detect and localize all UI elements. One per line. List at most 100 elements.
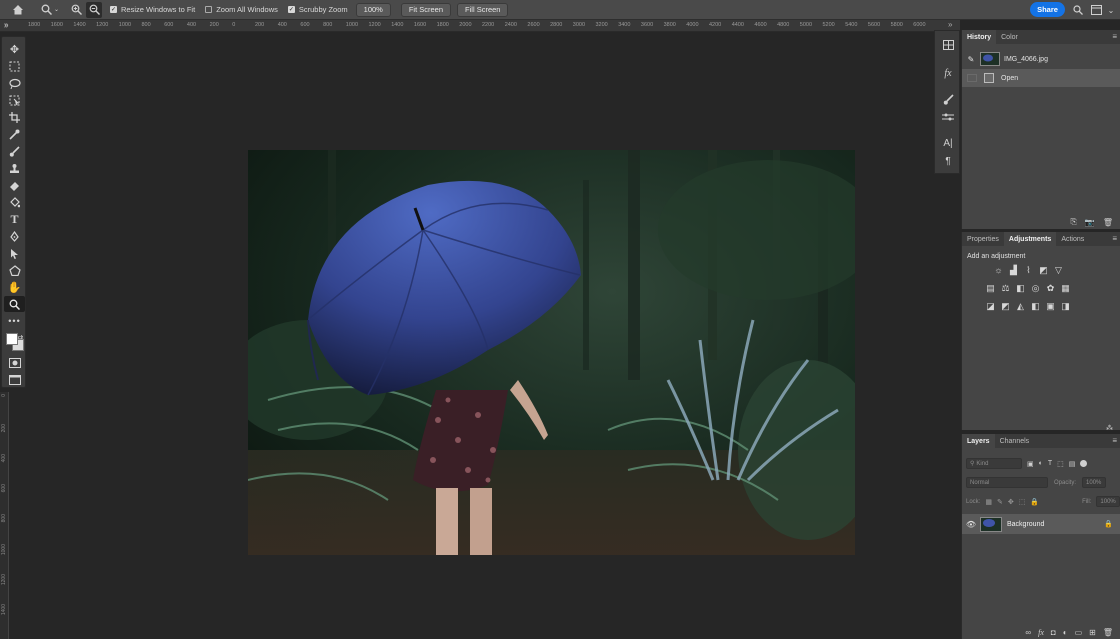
zoom-in-icon[interactable] [68, 2, 84, 18]
object-selection-tool-icon[interactable] [4, 92, 25, 108]
tab-layers[interactable]: Layers [962, 434, 995, 448]
panel-menu-icon[interactable]: ≡ [1112, 234, 1117, 243]
new-document-from-state-icon[interactable]: ⎘ [1070, 217, 1076, 227]
gradient-fill-icon[interactable]: ◨ [1060, 301, 1071, 311]
panel-overflow-icon[interactable]: » [948, 20, 952, 29]
lock-position-icon[interactable]: ✥ [1008, 498, 1014, 506]
shape-tool-icon[interactable] [4, 262, 25, 278]
layer-lock-icon[interactable]: 🔒 [1104, 520, 1113, 528]
opacity-field[interactable]: 100% [1082, 477, 1107, 488]
panel-dock-expander-icon[interactable]: ⁂ [1106, 424, 1113, 432]
shape-filter-icon[interactable]: ⬚ [1057, 460, 1064, 468]
threshold-icon[interactable]: ◭ [1015, 301, 1026, 311]
lock-artboard-icon[interactable]: ⬚ [1019, 498, 1026, 506]
fit-screen-button[interactable]: Fit Screen [400, 2, 452, 17]
fill-screen-button[interactable]: Fill Screen [457, 2, 509, 17]
selective-color-icon[interactable]: ◧ [1030, 301, 1041, 311]
crop-tool-icon[interactable] [4, 109, 25, 125]
camera-snapshot-icon[interactable]: 📷 [1085, 218, 1095, 227]
new-adjustment-layer-icon[interactable]: ◐ [1063, 628, 1068, 637]
screen-mode-icon[interactable] [4, 372, 25, 388]
new-group-icon[interactable]: ▭ [1075, 628, 1083, 637]
share-button[interactable]: Share [1030, 2, 1065, 17]
eraser-tool-icon[interactable] [4, 177, 25, 193]
scrubby-zoom-checkbox[interactable]: ✓ Scrubby Zoom [287, 5, 348, 14]
tab-adjustments[interactable]: Adjustments [1003, 232, 1057, 246]
home-icon[interactable] [6, 2, 30, 18]
zoom-all-windows-checkbox[interactable]: Zoom All Windows [205, 5, 278, 14]
levels-icon[interactable]: ▟ [1008, 265, 1019, 275]
brush-settings-icon[interactable] [939, 109, 957, 125]
zoom-tool-icon[interactable]: ⌄ [38, 2, 62, 18]
pixel-filter-icon[interactable]: ▣ [1027, 460, 1034, 468]
layer-style-fx-icon[interactable]: fx [1038, 628, 1044, 637]
filter-toggle-icon[interactable] [1080, 460, 1088, 467]
brightness-contrast-icon[interactable]: ☼ [993, 265, 1004, 275]
trash-icon[interactable]: 🗑 [1103, 218, 1113, 227]
tab-actions[interactable]: Actions [1056, 232, 1089, 246]
black-white-icon[interactable]: ◧ [1015, 283, 1026, 293]
tab-channels[interactable]: Channels [995, 434, 1035, 448]
type-tool-icon[interactable]: T [4, 211, 25, 227]
paragraph-panel-icon[interactable]: ¶ [939, 153, 957, 169]
exposure-icon[interactable]: ◩ [1038, 265, 1049, 275]
new-layer-icon[interactable]: ⊞ [1089, 628, 1096, 637]
type-filter-icon[interactable]: T [1048, 460, 1052, 467]
channel-mixer-icon[interactable]: ✿ [1045, 283, 1056, 293]
paint-bucket-tool-icon[interactable] [4, 194, 25, 210]
styles-fx-icon[interactable]: fx [939, 65, 957, 81]
color-balance-icon[interactable]: ⚖ [1000, 283, 1011, 293]
history-source-checkbox[interactable] [967, 74, 977, 82]
more-tools-icon[interactable]: ••• [4, 313, 25, 329]
smart-object-filter-icon[interactable]: ▤ [1069, 460, 1076, 468]
toolbar-collapse-icon[interactable]: » [4, 21, 8, 30]
vibrance-icon[interactable]: ▽ [1053, 265, 1064, 275]
path-selection-tool-icon[interactable] [4, 245, 25, 261]
move-tool-icon[interactable]: ✥ [4, 41, 25, 57]
lock-image-icon[interactable]: ✎ [997, 498, 1003, 506]
history-snapshot-row[interactable]: ✎ IMG_4066.jpg [962, 50, 1120, 68]
gradient-map-icon[interactable]: ▣ [1045, 301, 1056, 311]
hand-tool-icon[interactable]: ✋ [4, 279, 25, 295]
trash-icon[interactable]: 🗑 [1103, 628, 1113, 637]
libraries-grid-icon[interactable] [939, 37, 957, 53]
workspace-icon[interactable] [1089, 2, 1103, 18]
search-icon[interactable] [1071, 2, 1085, 18]
zoom-out-icon[interactable] [86, 1, 102, 18]
eyedropper-tool-icon[interactable] [4, 126, 25, 142]
layer-kind-filter[interactable]: ⚲ Kind [966, 458, 1022, 469]
eye-visibility-icon[interactable]: 👁 [962, 520, 980, 529]
curves-icon[interactable]: ⌇ [1023, 265, 1034, 275]
color-lookup-icon[interactable]: ▦ [1060, 283, 1071, 293]
character-panel-icon[interactable]: A| [939, 135, 957, 151]
lasso-tool-icon[interactable] [4, 75, 25, 91]
photo-filter-icon[interactable]: ◎ [1030, 283, 1041, 293]
panel-menu-icon[interactable]: ≡ [1112, 436, 1117, 445]
layer-row-background[interactable]: 👁 Background 🔒 [962, 514, 1120, 534]
layer-name[interactable]: Background [1007, 521, 1044, 528]
blend-mode-select[interactable]: Normal [966, 477, 1048, 488]
history-brush-source-icon[interactable]: ✎ [962, 55, 980, 64]
fill-field[interactable]: 100% [1096, 496, 1120, 507]
link-layers-icon[interactable]: ∞ [1025, 628, 1031, 637]
lock-all-icon[interactable]: 🔒 [1030, 498, 1039, 506]
lock-transparent-icon[interactable]: ▦ [985, 498, 992, 506]
invert-icon[interactable]: ◪ [985, 301, 996, 311]
zoom-tool-active-icon[interactable] [4, 296, 25, 312]
foreground-color-swatch[interactable] [6, 333, 18, 345]
adjustment-filter-icon[interactable]: ◐ [1039, 460, 1043, 467]
posterize-icon[interactable]: ◩ [1000, 301, 1011, 311]
pen-tool-icon[interactable] [4, 228, 25, 244]
brushes-panel-icon[interactable] [939, 91, 957, 107]
brush-tool-icon[interactable] [4, 143, 25, 159]
add-mask-icon[interactable]: ◘ [1051, 628, 1056, 637]
tab-color[interactable]: Color [996, 30, 1023, 44]
clone-stamp-tool-icon[interactable] [4, 160, 25, 176]
hue-saturation-icon[interactable]: ▤ [985, 283, 996, 293]
history-step-row[interactable]: Open [962, 69, 1120, 87]
resize-windows-checkbox[interactable]: ✓ Resize Windows to Fit [110, 5, 195, 14]
document-image[interactable] [248, 150, 855, 555]
panel-menu-icon[interactable]: ≡ [1112, 32, 1117, 41]
marquee-tool-icon[interactable] [4, 58, 25, 74]
chevron-down-icon[interactable]: ⌄ [1105, 2, 1117, 18]
